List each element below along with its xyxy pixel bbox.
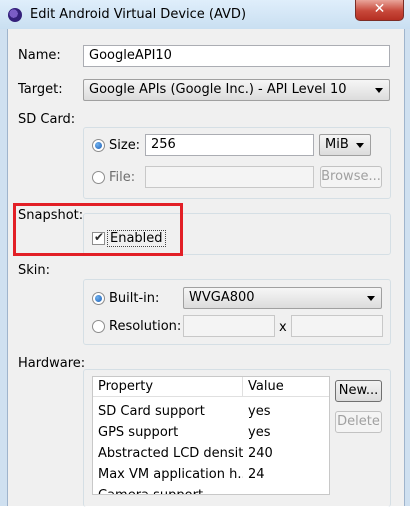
table-row[interactable]: Max VM application h...	[93, 464, 243, 485]
hardware-label: Hardware:	[18, 356, 86, 371]
chevron-down-icon	[356, 143, 364, 148]
highlight-box	[13, 203, 183, 256]
sdcard-size-field[interactable]: 256	[145, 134, 314, 156]
skin-builtin-label: Built-in:	[109, 291, 160, 306]
name-field[interactable]: GoogleAPI10	[83, 45, 390, 67]
table-row[interactable]: Camera support	[93, 485, 243, 494]
table-row[interactable]: GPS support	[93, 422, 243, 443]
sdcard-label: SD Card:	[18, 112, 76, 127]
column-header-value[interactable]: Value	[243, 377, 329, 397]
delete-hardware-button[interactable]: Delete	[335, 411, 382, 433]
name-label: Name:	[18, 48, 61, 63]
table-cell-value[interactable]: 240	[243, 443, 329, 464]
resolution-height-field[interactable]	[291, 315, 383, 337]
skin-resolution-radio[interactable]	[92, 320, 105, 333]
skin-resolution-label: Resolution:	[109, 319, 182, 334]
window-title: Edit Android Virtual Device (AVD)	[30, 7, 247, 22]
chevron-down-icon	[375, 88, 383, 93]
sdcard-size-label: Size:	[109, 138, 141, 153]
new-hardware-button[interactable]: New...	[335, 380, 382, 402]
column-header-property[interactable]: Property	[93, 377, 243, 397]
table-row[interactable]: SD Card support	[93, 401, 243, 422]
skin-builtin-value: WVGA800	[189, 290, 255, 305]
table-cell-value[interactable]: yes	[243, 401, 329, 422]
eclipse-icon	[8, 8, 22, 22]
browse-button[interactable]: Browse...	[320, 166, 382, 188]
skin-builtin-select[interactable]: WVGA800	[183, 287, 382, 309]
table-row[interactable]: Abstracted LCD density	[93, 443, 243, 464]
table-cell-value[interactable]: 24	[243, 464, 329, 485]
target-label: Target:	[18, 82, 63, 97]
avd-dialog-window: Edit Android Virtual Device (AVD) ✕ Name…	[0, 0, 410, 507]
target-select-value: Google APIs (Google Inc.) - API Level 10	[89, 82, 347, 97]
resolution-width-field[interactable]	[183, 315, 275, 337]
sdcard-file-label: File:	[109, 170, 136, 185]
sdcard-unit-select[interactable]: MiB	[319, 134, 371, 156]
hardware-table[interactable]: Property Value SD Card support yes GPS s…	[92, 376, 330, 495]
title-bar[interactable]: Edit Android Virtual Device (AVD) ✕	[0, 0, 410, 29]
resolution-x-label: x	[279, 320, 287, 335]
skin-builtin-radio[interactable]	[92, 292, 105, 305]
target-select[interactable]: Google APIs (Google Inc.) - API Level 10	[83, 79, 390, 101]
sdcard-size-radio[interactable]	[92, 139, 105, 152]
sdcard-file-radio[interactable]	[92, 171, 105, 184]
table-cell-value[interactable]: yes	[243, 422, 329, 443]
chevron-down-icon	[367, 296, 375, 301]
sdcard-file-field[interactable]	[145, 166, 314, 188]
close-button[interactable]: ✕	[355, 0, 404, 21]
sdcard-unit-value: MiB	[325, 137, 349, 152]
skin-label: Skin:	[18, 263, 51, 278]
